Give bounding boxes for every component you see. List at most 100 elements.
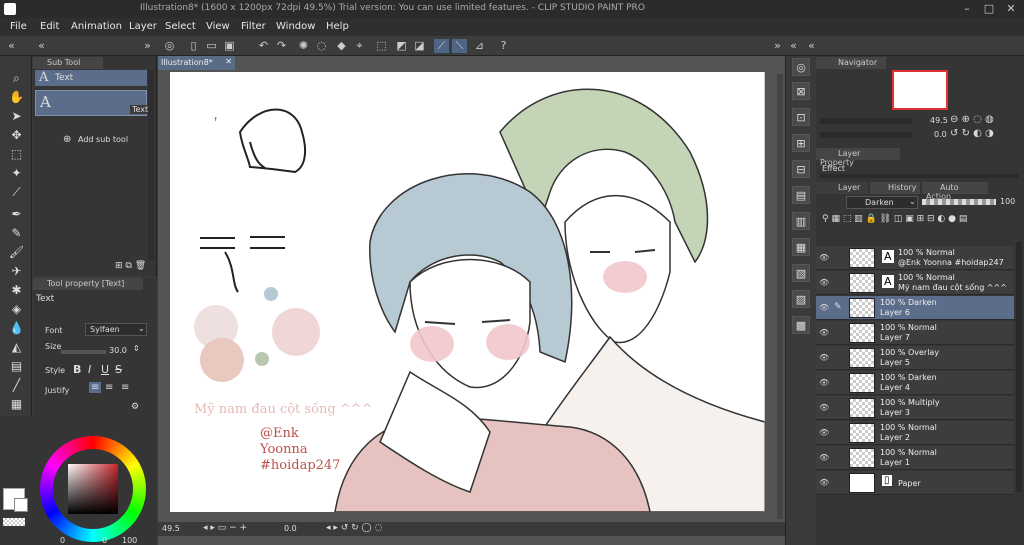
canvas-vertical-scrollbar[interactable] [777, 74, 783, 519]
airbrush-icon[interactable]: ✈ [8, 263, 25, 280]
menu-file[interactable]: File [10, 21, 27, 32]
new-file-icon[interactable]: ▯ [186, 39, 201, 53]
navigator-rotation-slider[interactable] [820, 132, 912, 138]
zoom-controls[interactable]: ◂ ▸ ▭ − + [203, 523, 247, 533]
brush-icon[interactable]: 🖌 [8, 244, 25, 261]
animation-cels-icon[interactable]: ▨ [792, 290, 810, 308]
help-icon[interactable]: ? [496, 39, 511, 53]
navigator-zoom-slider[interactable] [820, 118, 912, 124]
minimize-button[interactable]: – [960, 2, 974, 16]
rotation-value[interactable]: 0.0 [284, 524, 297, 533]
bold-button[interactable]: B [73, 363, 81, 376]
blend-icon[interactable]: 💧 [8, 320, 25, 337]
item-bank-icon[interactable]: ⊞ [792, 134, 810, 152]
eye-icon[interactable]: 👁 [819, 278, 829, 288]
sub-tool-menu-icon[interactable]: ⊞ ⧉ 🗑 [115, 261, 146, 271]
layer-row[interactable]: 👁 100 % Overlay Layer 5 [816, 346, 1014, 370]
menu-edit[interactable]: Edit [40, 21, 59, 32]
hide-selection-icon[interactable]: ⬚ [374, 39, 389, 53]
zoom-value[interactable]: 49.5 [162, 524, 180, 533]
layer-property-tab[interactable]: Layer Property [816, 148, 900, 167]
menu-animation[interactable]: Animation [71, 21, 122, 32]
effect-bar[interactable] [820, 174, 1018, 178]
operation-icon[interactable]: ➤ [8, 108, 25, 125]
hand-icon[interactable]: ✋ [8, 89, 25, 106]
align-center-button[interactable]: ≡ [105, 382, 113, 393]
snap-vanishing-icon[interactable]: ⟍ [452, 39, 467, 53]
menu-layer[interactable]: Layer [129, 21, 157, 32]
clip-studio-icon-2[interactable]: ◎ [792, 58, 810, 76]
layer-row[interactable]: 👁 100 % Normal Layer 2 [816, 421, 1014, 445]
pencil-icon[interactable]: ✎ [8, 225, 25, 242]
history-tab[interactable]: History [870, 182, 920, 194]
eraser-icon[interactable]: ◈ [8, 301, 25, 318]
snap-special-ruler-icon[interactable]: ◪ [412, 39, 427, 53]
navigator-rotation-controls[interactable]: ↺ ↻ ◐ ◑ [950, 128, 994, 139]
navigator-rotation-value[interactable]: 0.0 [934, 130, 947, 139]
redo-icon[interactable]: ↷ [274, 39, 289, 53]
layer-row[interactable]: 👁 ✎ 100 % Darken Layer 6 [816, 296, 1014, 320]
collapse-left-icon-2[interactable]: « [34, 39, 49, 53]
underline-button[interactable]: U [101, 363, 109, 376]
blend-mode-select[interactable]: Darken ⌄ [846, 196, 918, 209]
decoration-icon[interactable]: ✱ [8, 282, 25, 299]
clear-outside-icon[interactable]: ◌ [314, 39, 329, 53]
layer-row[interactable]: 👁 A 100 % Normal Mỹ nam đau cột sống ^^^ [816, 271, 1014, 295]
font-select[interactable]: Sylfaen ⌄ [85, 323, 147, 336]
align-left-button[interactable]: ≡ [89, 382, 102, 393]
sub-tool-tab[interactable]: Sub Tool [33, 57, 103, 69]
eye-icon[interactable]: 👁 [819, 328, 829, 338]
move-layer-icon[interactable]: ✥ [8, 127, 25, 144]
layer-row-paper[interactable]: 👁 ▯ Paper [816, 471, 1014, 495]
close-tab-icon[interactable]: ✕ [225, 57, 232, 66]
tool-property-tab[interactable]: Tool property [Text] [33, 278, 143, 290]
navigator-zoom-controls[interactable]: ⊖ ⊕ ◌ ◍ [950, 114, 994, 125]
saturation-value-square[interactable] [68, 464, 118, 514]
layer-row[interactable]: 👁 A 100 % Normal @Enk Yoonna #hoidap247 [816, 246, 1014, 270]
tool-settings-icon[interactable]: ⚙ [131, 402, 139, 412]
approximate-color-icon[interactable]: ▥ [792, 212, 810, 230]
eye-icon[interactable]: 👁 [819, 378, 829, 388]
transform-icon[interactable]: ⌖ [352, 39, 367, 53]
collapse-left-icon-4[interactable]: « [804, 39, 819, 53]
layer-row[interactable]: 👁 100 % Normal Layer 1 [816, 446, 1014, 470]
pen-pressure-icon[interactable]: ⊿ [472, 39, 487, 53]
eye-icon[interactable]: 👁 [819, 353, 829, 363]
sub-tool-item-text-2[interactable]: A Text [35, 90, 151, 116]
menu-filter[interactable]: Filter [241, 21, 266, 32]
collapse-right-icon-2[interactable]: » [770, 39, 785, 53]
color-wheel[interactable] [40, 436, 146, 542]
sub-tool-scrollbar[interactable] [148, 70, 154, 260]
frame-icon[interactable]: ▦ [8, 396, 25, 413]
menu-window[interactable]: Window [276, 21, 315, 32]
undo-icon[interactable]: ↶ [256, 39, 271, 53]
layer-row[interactable]: 👁 100 % Normal Layer 7 [816, 321, 1014, 345]
italic-button[interactable]: I [88, 363, 91, 376]
auto-select-icon[interactable]: ✦ [8, 165, 25, 182]
collapse-right-icon[interactable]: » [140, 39, 155, 53]
intermediate-color-icon[interactable]: ▤ [792, 186, 810, 204]
layer-toolbar-icons[interactable]: ⚲ ▦ ⬚ ▥ 🔒 ⛓ ◫ ▣ ⊞ ⊟ ◐ ● ▤ [822, 214, 967, 224]
color-history-icon[interactable]: ▦ [792, 238, 810, 256]
size-value[interactable]: 30.0 [109, 346, 127, 355]
add-sub-tool-button[interactable]: Add sub tool [78, 135, 128, 144]
layer-row[interactable]: 👁 100 % Darken Layer 4 [816, 371, 1014, 395]
size-slider[interactable] [61, 350, 106, 354]
color-set-icon[interactable]: ⊟ [792, 160, 810, 178]
menu-select[interactable]: Select [165, 21, 196, 32]
sub-view-icon[interactable]: ⊡ [792, 108, 810, 126]
eye-icon[interactable]: 👁 [819, 303, 829, 313]
maximize-button[interactable]: □ [982, 2, 996, 16]
align-right-button[interactable]: ≡ [121, 382, 129, 393]
auto-action-tab[interactable]: Auto Action [922, 182, 988, 201]
selection-icon[interactable]: ⬚ [8, 146, 25, 163]
zoom-icon[interactable]: ⌕ [8, 70, 25, 87]
open-file-icon[interactable]: ▭ [204, 39, 219, 53]
size-stepper[interactable]: ⇕ [133, 344, 140, 353]
eyedropper-icon[interactable]: ⟋ [8, 184, 25, 201]
close-window-button[interactable]: ✕ [1004, 2, 1018, 16]
fill-icon[interactable]: ◆ [334, 39, 349, 53]
layer-opacity-slider[interactable] [922, 199, 996, 205]
snap-grid-icon[interactable]: ⟋ [434, 39, 449, 53]
eye-icon[interactable]: 👁 [819, 428, 829, 438]
